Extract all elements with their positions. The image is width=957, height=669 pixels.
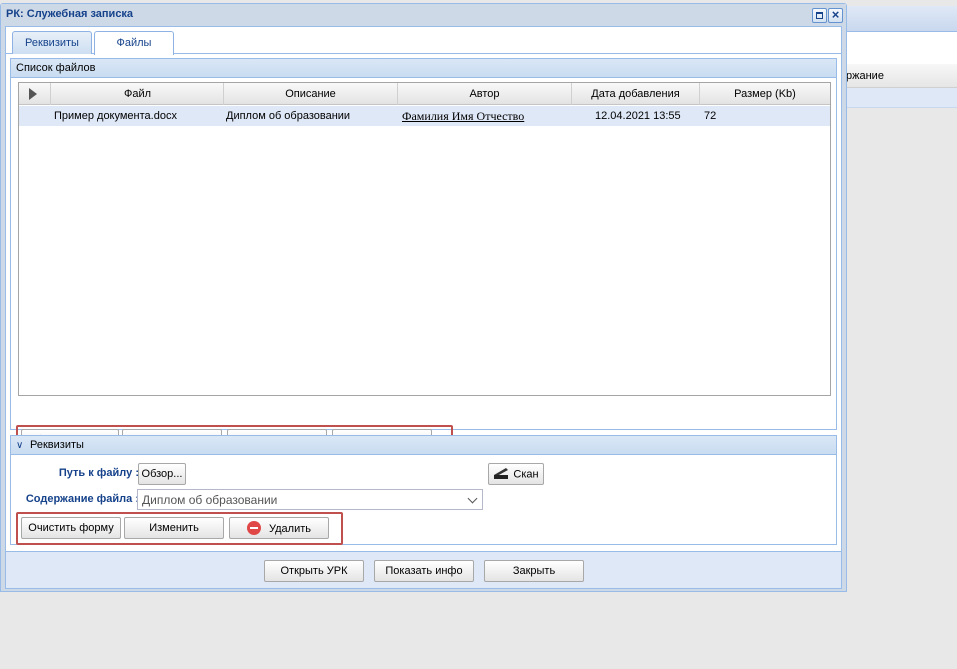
background-column-header[interactable]: ржание <box>846 64 957 88</box>
tab-bar: Реквизиты Файлы <box>6 27 841 55</box>
expand-arrow-icon[interactable] <box>19 83 51 105</box>
column-header-file[interactable]: Файл <box>52 83 224 105</box>
close-icon[interactable]: × <box>828 7 843 23</box>
column-header-size[interactable]: Размер (Kb) <box>700 83 830 105</box>
column-header-author[interactable]: Автор <box>398 83 572 105</box>
scan-label: Скан <box>513 468 539 481</box>
requisites-title: Реквизиты <box>30 439 84 451</box>
requisites-panel-header[interactable]: ∨ Реквизиты <box>10 435 837 455</box>
cell-file: Пример документа.docx <box>54 110 177 122</box>
tab-requisites[interactable]: Реквизиты <box>12 31 92 54</box>
scanner-icon <box>493 466 509 483</box>
dialog-footer: Открыть УРК Показать инфо Закрыть <box>6 551 841 588</box>
delete-button[interactable]: Удалить <box>229 517 329 539</box>
cell-size: 72 <box>704 110 717 122</box>
window-tools: × <box>812 7 843 23</box>
files-panel: Файл Описание Автор Дата добавления Разм… <box>10 78 837 456</box>
dialog-title: РК: Служебная записка <box>1 4 846 26</box>
background-selected-row[interactable] <box>846 88 957 108</box>
table-row[interactable]: Пример документа.docx Диплом об образова… <box>19 106 830 126</box>
chevron-down-icon[interactable] <box>466 491 480 508</box>
author-link[interactable]: Фамилия Имя Отчество <box>402 106 570 126</box>
background-column-label: ржание <box>846 70 884 82</box>
delete-label: Удалить <box>269 523 311 535</box>
open-urk-button[interactable]: Открыть УРК <box>264 560 364 582</box>
file-path-label: Путь к файлу : <box>58 467 139 479</box>
browse-button[interactable]: Обзор... <box>138 463 186 485</box>
files-grid: Файл Описание Автор Дата добавления Разм… <box>18 82 831 396</box>
file-content-label: Содержание файла : <box>25 493 139 505</box>
grid-header: Файл Описание Автор Дата добавления Разм… <box>19 83 830 105</box>
background-header <box>846 6 957 32</box>
form-actions-toolbar: Очистить форму Изменить Удалить <box>16 512 343 545</box>
file-content-select[interactable]: Диплом об образовании <box>137 489 483 510</box>
column-header-description[interactable]: Описание <box>224 83 398 105</box>
background-toolbar <box>846 32 957 64</box>
dialog-window: РК: Служебная записка × Реквизиты Файлы … <box>0 3 847 592</box>
file-content-value: Диплом об образовании <box>142 493 278 507</box>
close-button[interactable]: Закрыть <box>484 560 584 582</box>
dialog-body: Реквизиты Файлы Список файлов Файл Описа… <box>5 26 842 589</box>
show-info-button[interactable]: Показать инфо <box>374 560 474 582</box>
maximize-icon[interactable] <box>812 8 827 23</box>
files-panel-header: Список файлов <box>10 58 837 78</box>
collapse-chevron-icon[interactable]: ∨ <box>16 440 30 451</box>
edit-button[interactable]: Изменить <box>124 517 224 539</box>
clear-form-button[interactable]: Очистить форму <box>21 517 121 539</box>
scan-button[interactable]: Скан <box>488 463 544 485</box>
column-header-date[interactable]: Дата добавления <box>572 83 700 105</box>
requisites-panel: Путь к файлу : Обзор... Скан Содержание … <box>10 455 837 545</box>
delete-icon <box>247 521 261 535</box>
cell-description: Диплом об образовании <box>226 110 351 122</box>
tab-files[interactable]: Файлы <box>94 31 174 55</box>
cell-date: 12.04.2021 13:55 <box>595 110 681 122</box>
